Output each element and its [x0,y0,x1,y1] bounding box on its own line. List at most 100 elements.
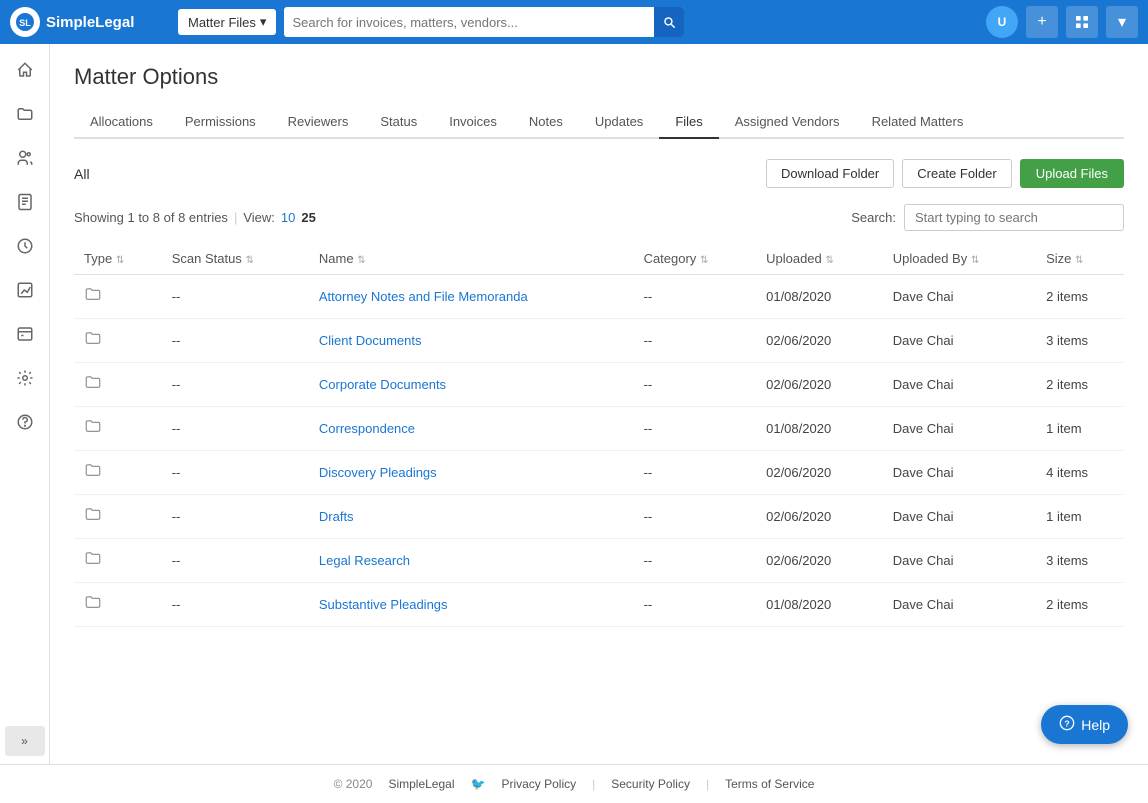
cell-type-2 [74,363,162,407]
cell-uploaded-by-5: Dave Chai [883,495,1036,539]
table-search-input[interactable] [904,204,1124,231]
page-footer: © 2020 SimpleLegal 🐦 Privacy Policy | Se… [0,764,1148,803]
col-name[interactable]: Name ⇅ [309,243,634,275]
cell-uploaded-6: 02/06/2020 [756,539,883,583]
view-10-link[interactable]: 10 [281,210,295,225]
sidebar-item-ebilling[interactable] [5,316,45,356]
col-category[interactable]: Category ⇅ [634,243,757,275]
footer-divider-1: | [592,777,595,791]
sidebar-item-help[interactable] [5,404,45,444]
sidebar-item-time[interactable] [5,228,45,268]
col-type[interactable]: Type ⇅ [74,243,162,275]
help-button[interactable]: ? Help [1041,705,1128,744]
sidebar-item-vendors[interactable] [5,140,45,180]
sidebar: » [0,44,50,764]
tab-updates[interactable]: Updates [579,106,659,139]
cell-name-6[interactable]: Legal Research [309,539,634,583]
col-uploaded-by[interactable]: Uploaded By ⇅ [883,243,1036,275]
grid-menu-button[interactable] [1066,6,1098,38]
cell-name-1[interactable]: Client Documents [309,319,634,363]
tab-invoices[interactable]: Invoices [433,106,513,139]
table-row[interactable]: -- Correspondence -- 01/08/2020 Dave Cha… [74,407,1124,451]
sort-uploaded-icon: ⇅ [825,255,835,266]
page-title: Matter Options [74,64,1124,90]
search-input[interactable] [284,15,654,30]
cell-name-5[interactable]: Drafts [309,495,634,539]
cell-scan-4: -- [162,451,309,495]
table-row[interactable]: -- Discovery Pleadings -- 02/06/2020 Dav… [74,451,1124,495]
create-folder-button[interactable]: Create Folder [902,159,1011,188]
tab-permissions[interactable]: Permissions [169,106,272,139]
col-uploaded[interactable]: Uploaded ⇅ [756,243,883,275]
avatar-initials: U [998,15,1007,29]
footer-security-policy[interactable]: Security Policy [611,777,690,791]
svg-text:?: ? [1065,718,1070,728]
table-controls: Showing 1 to 8 of 8 entries | View: 10 2… [74,204,1124,231]
cell-name-7[interactable]: Substantive Pleadings [309,583,634,627]
add-button[interactable]: + [1026,6,1058,38]
tab-status[interactable]: Status [364,106,433,139]
view-25-current[interactable]: 25 [301,210,315,225]
cell-scan-5: -- [162,495,309,539]
col-size-label: Size [1046,251,1071,266]
sidebar-item-matters[interactable] [5,96,45,136]
cell-category-6: -- [634,539,757,583]
cell-size-7: 2 items [1036,583,1124,627]
upload-files-button[interactable]: Upload Files [1020,159,1124,188]
tab-assigned-vendors[interactable]: Assigned Vendors [719,106,856,139]
cell-uploaded-by-6: Dave Chai [883,539,1036,583]
matter-files-dropdown[interactable]: Matter Files ▾ [178,9,276,35]
col-scan-status[interactable]: Scan Status ⇅ [162,243,309,275]
cell-uploaded-2: 02/06/2020 [756,363,883,407]
cell-scan-7: -- [162,583,309,627]
sidebar-item-home[interactable] [5,52,45,92]
table-row[interactable]: -- Substantive Pleadings -- 01/08/2020 D… [74,583,1124,627]
sidebar-expand-button[interactable]: » [5,726,45,756]
folder-icon [16,105,34,128]
table-row[interactable]: -- Attorney Notes and File Memoranda -- … [74,275,1124,319]
search-button[interactable] [654,7,684,37]
footer-terms[interactable]: Terms of Service [725,777,814,791]
table-row[interactable]: -- Legal Research -- 02/06/2020 Dave Cha… [74,539,1124,583]
footer-divider-2: | [706,777,709,791]
table-row[interactable]: -- Client Documents -- 02/06/2020 Dave C… [74,319,1124,363]
cell-name-4[interactable]: Discovery Pleadings [309,451,634,495]
col-size[interactable]: Size ⇅ [1036,243,1124,275]
avatar[interactable]: U [986,6,1018,38]
tab-related-matters[interactable]: Related Matters [856,106,980,139]
top-navigation: SL SimpleLegal Matter Files ▾ U + ▾ [0,0,1148,44]
cell-name-2[interactable]: Corporate Documents [309,363,634,407]
dropdown-arrow-icon: ▾ [260,14,267,30]
vendors-icon [16,149,34,172]
chevron-down-button[interactable]: ▾ [1106,6,1138,38]
cell-uploaded-by-1: Dave Chai [883,319,1036,363]
main-content: Matter Options Allocations Permissions R… [50,44,1148,764]
cell-size-4: 4 items [1036,451,1124,495]
download-folder-button[interactable]: Download Folder [766,159,894,188]
cell-size-6: 3 items [1036,539,1124,583]
showing-text: Showing 1 to 8 of 8 entries [74,210,228,225]
sidebar-item-reports[interactable] [5,272,45,312]
cell-scan-0: -- [162,275,309,319]
cell-name-0[interactable]: Attorney Notes and File Memoranda [309,275,634,319]
cell-type-5 [74,495,162,539]
twitter-icon[interactable]: 🐦 [470,777,485,791]
tab-files[interactable]: Files [659,106,718,139]
footer-brand[interactable]: SimpleLegal [388,777,454,791]
tab-notes[interactable]: Notes [513,106,579,139]
matter-files-label: Matter Files [188,15,256,30]
sidebar-item-invoices[interactable] [5,184,45,224]
sidebar-item-settings[interactable] [5,360,45,400]
logo[interactable]: SL SimpleLegal [10,7,170,37]
cell-uploaded-0: 01/08/2020 [756,275,883,319]
search-label: Search: [851,210,896,225]
table-row[interactable]: -- Drafts -- 02/06/2020 Dave Chai 1 item [74,495,1124,539]
table-row[interactable]: -- Corporate Documents -- 02/06/2020 Dav… [74,363,1124,407]
tab-reviewers[interactable]: Reviewers [272,106,365,139]
cell-name-3[interactable]: Correspondence [309,407,634,451]
cell-scan-2: -- [162,363,309,407]
folder-icon [84,422,102,439]
cell-uploaded-by-2: Dave Chai [883,363,1036,407]
tab-allocations[interactable]: Allocations [74,106,169,139]
footer-privacy-policy[interactable]: Privacy Policy [501,777,576,791]
